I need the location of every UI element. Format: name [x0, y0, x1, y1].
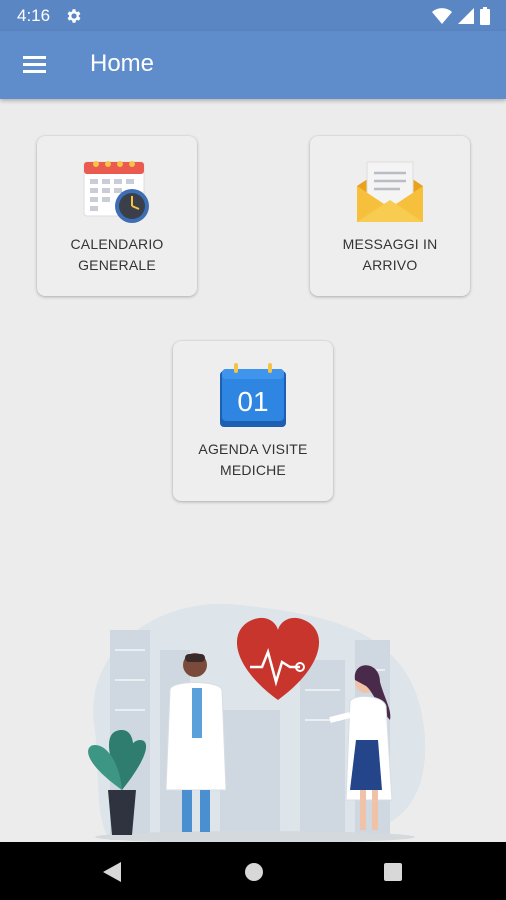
recents-button-icon[interactable] [384, 863, 402, 881]
system-nav-bar [0, 842, 506, 900]
app-bar: Home [0, 31, 506, 99]
status-time: 4:16 [17, 6, 51, 25]
battery-icon [480, 7, 490, 25]
wifi-icon [432, 8, 452, 24]
card-label: CALENDARIO GENERALE [70, 236, 164, 273]
home-button-icon[interactable] [244, 862, 264, 882]
envelope-icon [357, 161, 423, 222]
calendar-day-icon: 01 [220, 363, 286, 427]
back-button-icon[interactable] [103, 862, 121, 882]
calendario-generale-card[interactable]: CALENDARIO GENERALE [37, 136, 197, 296]
calendar-clock-icon [83, 161, 149, 223]
agenda-visite-mediche-card[interactable]: 01 AGENDA VISITE MEDICHE [173, 341, 333, 501]
status-bar: 4:16 [0, 0, 506, 31]
card-label: MESSAGGI IN ARRIVO [342, 236, 438, 273]
menu-button[interactable] [20, 51, 50, 79]
settings-gear-icon [67, 9, 81, 23]
signal-icon [458, 8, 474, 24]
doctors-heart-illustration [88, 603, 426, 842]
page-title: Home [90, 50, 155, 77]
calendar-day-number: 01 [237, 386, 268, 417]
messaggi-in-arrivo-card[interactable]: MESSAGGI IN ARRIVO [310, 136, 470, 296]
card-label: AGENDA VISITE MEDICHE [198, 441, 308, 478]
